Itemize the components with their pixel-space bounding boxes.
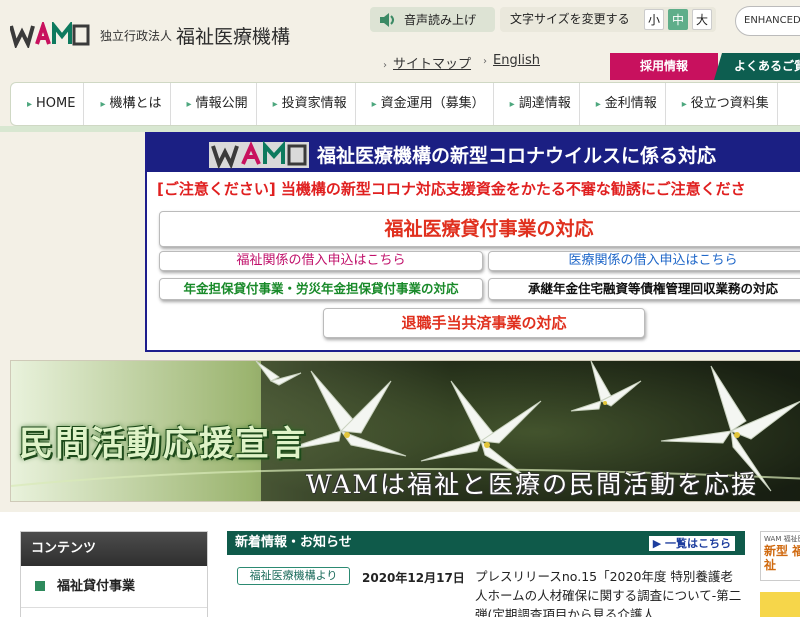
nav-item-label: HOME — [36, 96, 76, 111]
nav-item-label: 金利情報 — [604, 96, 657, 111]
nav-item-label: 投資家情報 — [281, 96, 347, 111]
site-header: 独立行政法人 福祉医療機構 音声読み上げ 文字サイズを変更する 小 中 大 EN… — [0, 0, 800, 82]
side-banner-covid[interactable]: WAM 福祉医 新型 福祉 — [760, 531, 800, 581]
global-nav: ▸ HOME ▸ 機構とは ▸ 情報公開 ▸ 投資家情報 ▸ 資金運用（募集） ▸ 調達情報… — [10, 82, 800, 126]
welfare-loan-response-button[interactable]: 福祉医療貸付事業の対応 — [159, 211, 800, 247]
org-prefix: 独立行政法人 — [100, 29, 173, 43]
textsize-large-button[interactable]: 大 — [692, 9, 712, 30]
sitemap-link-wrap: › サイトマップ — [383, 53, 471, 72]
bullet-square-icon — [35, 581, 45, 591]
arrow-right-icon: ▸ — [100, 99, 106, 110]
arrow-right-icon: ▸ — [595, 99, 601, 110]
news-heading: 新着情報・お知らせ ▶ 一覧はこちら — [227, 531, 745, 555]
faq-tab[interactable]: よくあるご質 — [714, 53, 800, 80]
wam-logo — [209, 140, 309, 170]
voice-readout-button[interactable]: 音声読み上げ — [370, 7, 495, 32]
nav-item-label: 資金運用（募集） — [380, 96, 485, 111]
arrow-right-icon: ▸ — [186, 99, 192, 110]
side-banner-secondary[interactable] — [760, 592, 800, 617]
news-item: 福祉医療機構より 2020年12月17日 プレスリリースno.15「2020年度… — [227, 555, 745, 617]
textsize-medium-button[interactable]: 中 — [668, 9, 688, 30]
textsize-label: 文字サイズを変更する — [500, 7, 640, 32]
banner-subtitle: WAMは福祉と医療の民間活動を応援 — [306, 470, 759, 499]
english-link-wrap: › English — [483, 53, 540, 72]
site-links: › サイトマップ › English — [383, 53, 540, 72]
hero-banner[interactable]: 民間活動応援宣言 WAMは福祉と医療の民間活動を応援 — [10, 360, 800, 502]
banner-title: 民間活動応援宣言 — [19, 424, 307, 464]
news-date: 2020年12月17日 — [362, 571, 465, 585]
chevron-right-icon: › — [483, 56, 488, 67]
retirement-allowance-response-button[interactable]: 退職手当共済事業の対応 — [323, 308, 645, 338]
covid-panel-title: 福祉医療機構の新型コロナウイルスに係る対応 — [317, 145, 717, 167]
enhanced-search-box[interactable]: ENHANCED — [735, 6, 800, 36]
covid-panel-header: 福祉医療機構の新型コロナウイルスに係る対応 — [147, 134, 800, 172]
nav-item-disclosure[interactable]: ▸ 情報公開 — [171, 83, 257, 125]
sidebar-heading: コンテンツ — [21, 532, 207, 566]
textsize-controls: 小 中 大 — [640, 7, 716, 32]
contents-sidebar: コンテンツ 福祉貸付事業 — [20, 531, 208, 617]
nav-item-procurement[interactable]: ▸ 調達情報 — [494, 83, 580, 125]
arrow-right-icon: ▸ — [681, 99, 687, 110]
arrow-right-icon: ▸ — [509, 99, 515, 110]
nav-item-label: 役立つ資料集 — [690, 96, 769, 111]
voice-readout-label: 音声読み上げ — [404, 13, 477, 27]
covid-response-panel: 福祉医療機構の新型コロナウイルスに係る対応 [ご注意ください] 当機構の新型コロ… — [145, 132, 800, 352]
sidebar-item-label: 福祉貸付事業 — [57, 579, 136, 594]
nav-item-about[interactable]: ▸ 機構とは — [84, 83, 171, 125]
news-heading-label: 新着情報・お知らせ — [235, 535, 352, 550]
sidebar-item-welfare-loan[interactable]: 福祉貸付事業 — [21, 566, 207, 608]
housing-loan-response-button[interactable]: 承継年金住宅融資等債権管理回収業務の対応 — [488, 278, 800, 300]
nav-item-fund-management[interactable]: ▸ 資金運用（募集） — [356, 83, 494, 125]
sitemap-link[interactable]: サイトマップ — [393, 57, 471, 72]
chevron-right-icon: › — [383, 60, 387, 71]
pension-loan-response-button[interactable]: 年金担保貸付事業・労災年金担保貸付事業の対応 — [159, 278, 483, 300]
news-title-link[interactable]: プレスリリースno.15「2020年度 特別養護老人ホームの人材確保に関する調査… — [475, 567, 745, 617]
news-category-tag: 福祉医療機構より — [237, 567, 350, 585]
news-list-link[interactable]: ▶ 一覧はこちら — [648, 536, 735, 551]
speaker-icon — [380, 12, 394, 27]
nav-item-label: 調達情報 — [518, 96, 571, 111]
nav-item-investor[interactable]: ▸ 投資家情報 — [257, 83, 356, 125]
scam-warning[interactable]: [ご注意ください] 当機構の新型コロナ対応支援資金をかたる不審な勧誘にご注意くだ… — [157, 178, 746, 199]
side-banner-title: 新型 福祉 — [764, 544, 800, 572]
nav-item-home[interactable]: ▸ HOME — [11, 83, 85, 125]
recruit-tab[interactable]: 採用情報 — [610, 53, 718, 80]
arrow-right-icon: ▸ — [27, 99, 33, 110]
wam-logo[interactable] — [10, 22, 90, 48]
welfare-loan-apply-button[interactable]: 福祉関係の借入申込はこちら — [159, 251, 483, 271]
arrow-right-icon: ▸ — [371, 99, 377, 110]
nav-item-label: 情報公開 — [195, 96, 248, 111]
nav-item-label: 機構とは — [109, 96, 162, 111]
english-link[interactable]: English — [493, 53, 540, 68]
news-section: 新着情報・お知らせ ▶ 一覧はこちら 福祉医療機構より 2020年12月17日 … — [227, 531, 745, 617]
nav-item-resources[interactable]: ▸ 役立つ資料集 — [666, 83, 778, 125]
org-name[interactable]: 福祉医療機構 — [176, 22, 290, 49]
nav-item-interest-rate[interactable]: ▸ 金利情報 — [580, 83, 666, 125]
medical-loan-apply-button[interactable]: 医療関係の借入申込はこちら — [488, 251, 800, 271]
side-banner-caption: WAM 福祉医 — [764, 535, 800, 543]
arrow-right-icon: ▸ — [272, 99, 278, 110]
textsize-small-button[interactable]: 小 — [644, 9, 664, 30]
